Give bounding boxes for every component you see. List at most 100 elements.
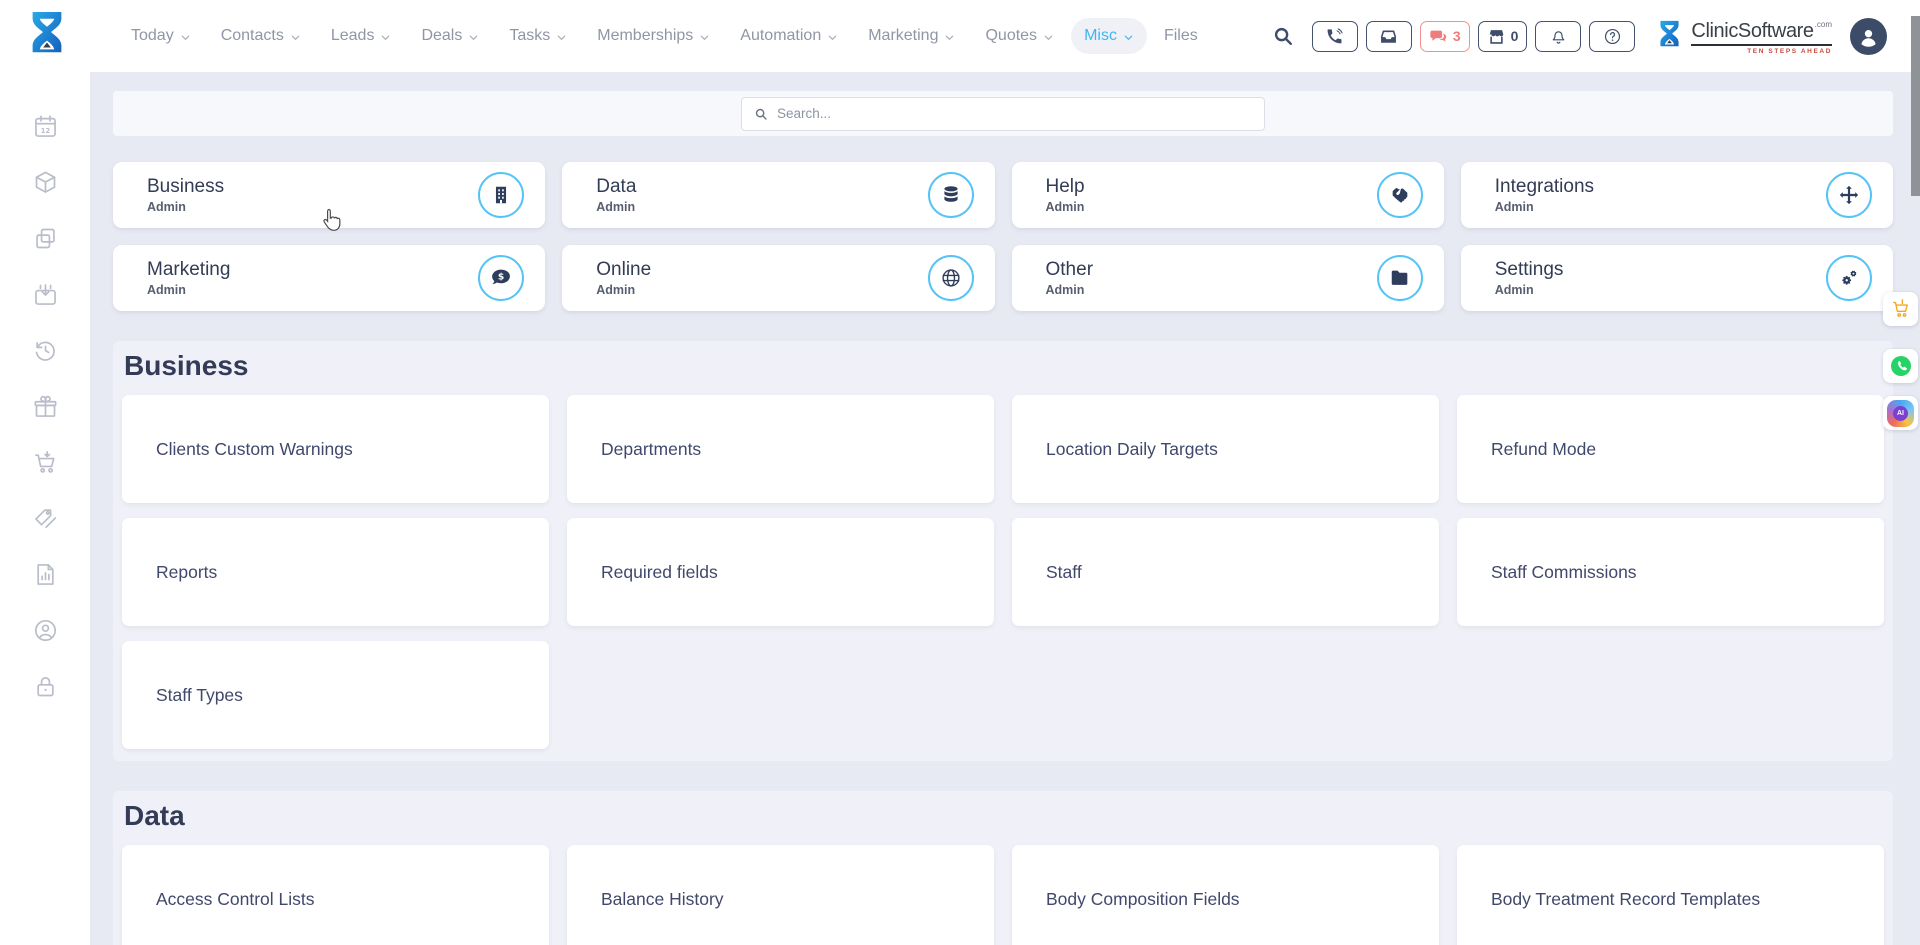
user-circle-icon[interactable]	[32, 617, 59, 644]
item-card-balance-history[interactable]: Balance History	[567, 845, 994, 945]
tags-icon[interactable]	[32, 505, 59, 532]
question-circle-icon	[1603, 27, 1622, 46]
search-strip: Search...	[113, 91, 1893, 136]
history-icon[interactable]	[32, 337, 59, 364]
item-card-staff-commissions[interactable]: Staff Commissions	[1457, 518, 1884, 626]
nav-item-leads[interactable]: Leads	[318, 18, 405, 54]
category-title: Data	[596, 176, 636, 198]
item-card-departments[interactable]: Departments	[567, 395, 994, 503]
lock-icon[interactable]	[32, 673, 59, 700]
category-card-online[interactable]: Online Admin	[562, 245, 994, 311]
chevron-down-icon	[699, 32, 710, 43]
nav-item-automation[interactable]: Automation	[727, 18, 851, 54]
chevron-down-icon	[556, 32, 567, 43]
report-document-icon[interactable]	[32, 561, 59, 588]
nav-item-quotes[interactable]: Quotes	[972, 18, 1067, 54]
store-button[interactable]: 0	[1478, 21, 1528, 52]
search-input[interactable]: Search...	[741, 97, 1265, 131]
brand-logo[interactable]: ClinicSoftware .com TEN STEPS AHEAD	[1655, 17, 1832, 55]
category-subtitle: Admin	[596, 200, 636, 214]
svg-text:$: $	[498, 272, 504, 283]
item-card-reports[interactable]: Reports	[122, 518, 549, 626]
main-content: Search... Business Admin Data Admin Help…	[90, 72, 1920, 945]
item-card-body-composition-fields[interactable]: Body Composition Fields	[1012, 845, 1439, 945]
user-avatar[interactable]	[1850, 18, 1887, 55]
floating-cart-widget[interactable]	[1883, 292, 1918, 326]
section-data: Data Access Control ListsBalance History…	[113, 791, 1893, 945]
item-card-staff-types[interactable]: Staff Types	[122, 641, 549, 749]
nav-item-tasks[interactable]: Tasks	[496, 18, 580, 54]
item-card-clients-custom-warnings[interactable]: Clients Custom Warnings	[122, 395, 549, 503]
category-card-settings[interactable]: Settings Admin	[1461, 245, 1893, 311]
vertical-scrollbar-thumb[interactable]	[1911, 16, 1920, 196]
ai-badge-icon: AI	[1887, 400, 1914, 427]
bell-icon	[1549, 27, 1568, 46]
items-grid: Access Control ListsBalance HistoryBody …	[122, 845, 1884, 945]
brand-tagline: TEN STEPS AHEAD	[1747, 48, 1832, 55]
topbar-actions: 3 0 ClinicSoftware .com TEN STEPS AHEAD	[1272, 0, 1887, 72]
chevron-down-icon	[380, 32, 391, 43]
app-logo-hourglass-icon[interactable]	[24, 7, 70, 65]
nav-item-files[interactable]: Files	[1151, 18, 1211, 54]
calendar-12-icon[interactable]: 12	[32, 113, 59, 140]
inbox-icon	[1379, 27, 1398, 46]
cart-arrow-icon[interactable]	[32, 449, 59, 476]
chevron-down-icon	[180, 32, 191, 43]
category-grid: Business Admin Data Admin Help Admin Int…	[113, 162, 1893, 311]
category-title: Business	[147, 176, 224, 198]
building-icon	[490, 184, 512, 206]
left-sidebar: 12	[0, 72, 90, 945]
category-title: Online	[596, 259, 651, 281]
notifications-button[interactable]	[1535, 21, 1581, 52]
nav-item-misc[interactable]: Misc	[1071, 18, 1147, 54]
globe-icon	[940, 267, 962, 289]
calendar-checkin-icon[interactable]	[32, 281, 59, 308]
category-subtitle: Admin	[1046, 283, 1094, 297]
phone-volume-icon	[1325, 27, 1344, 46]
search-icon[interactable]	[1272, 25, 1294, 47]
item-card-access-control-lists[interactable]: Access Control Lists	[122, 845, 549, 945]
category-card-marketing[interactable]: Marketing Admin $	[113, 245, 545, 311]
nav-item-contacts[interactable]: Contacts	[208, 18, 314, 54]
item-card-refund-mode[interactable]: Refund Mode	[1457, 395, 1884, 503]
nav-item-today[interactable]: Today	[118, 18, 204, 54]
brand-underline	[1691, 44, 1832, 46]
category-card-data[interactable]: Data Admin	[562, 162, 994, 228]
phone-button[interactable]	[1312, 21, 1358, 52]
category-card-other[interactable]: Other Admin	[1012, 245, 1444, 311]
inbox-button[interactable]	[1366, 21, 1412, 52]
chevron-down-icon	[827, 32, 838, 43]
category-card-business[interactable]: Business Admin	[113, 162, 545, 228]
item-card-body-treatment-record-templates[interactable]: Body Treatment Record Templates	[1457, 845, 1884, 945]
nav-item-memberships[interactable]: Memberships	[584, 18, 723, 54]
package-icon[interactable]	[32, 169, 59, 196]
category-title: Settings	[1495, 259, 1564, 281]
category-title: Marketing	[147, 259, 230, 281]
item-card-required-fields[interactable]: Required fields	[567, 518, 994, 626]
nav-item-deals[interactable]: Deals	[408, 18, 492, 54]
category-card-help[interactable]: Help Admin	[1012, 162, 1444, 228]
floating-ai-widget[interactable]: AI	[1883, 396, 1918, 430]
item-card-location-daily-targets[interactable]: Location Daily Targets	[1012, 395, 1439, 503]
cart-orange-icon	[1890, 298, 1912, 320]
chevron-down-icon	[468, 32, 479, 43]
item-card-staff[interactable]: Staff	[1012, 518, 1439, 626]
category-subtitle: Admin	[1046, 200, 1085, 214]
floating-phone-widget[interactable]	[1883, 349, 1918, 383]
chevron-down-icon	[1043, 32, 1054, 43]
search-placeholder: Search...	[777, 106, 831, 121]
brand-suffix: .com	[1815, 20, 1832, 29]
help-button[interactable]	[1589, 21, 1635, 52]
copy-icon[interactable]	[32, 225, 59, 252]
gift-icon[interactable]	[32, 393, 59, 420]
category-title: Integrations	[1495, 176, 1594, 198]
database-icon	[940, 184, 962, 206]
items-grid: Clients Custom WarningsDepartmentsLocati…	[122, 395, 1884, 749]
handshake-icon	[1389, 184, 1411, 206]
nav-item-marketing[interactable]: Marketing	[855, 18, 968, 54]
chat-button[interactable]: 3	[1420, 21, 1470, 52]
brand-hourglass-icon	[1655, 17, 1684, 55]
category-card-integrations[interactable]: Integrations Admin	[1461, 162, 1893, 228]
section-business: Business Clients Custom WarningsDepartme…	[113, 341, 1893, 761]
chat-bubbles-icon	[1429, 27, 1448, 46]
